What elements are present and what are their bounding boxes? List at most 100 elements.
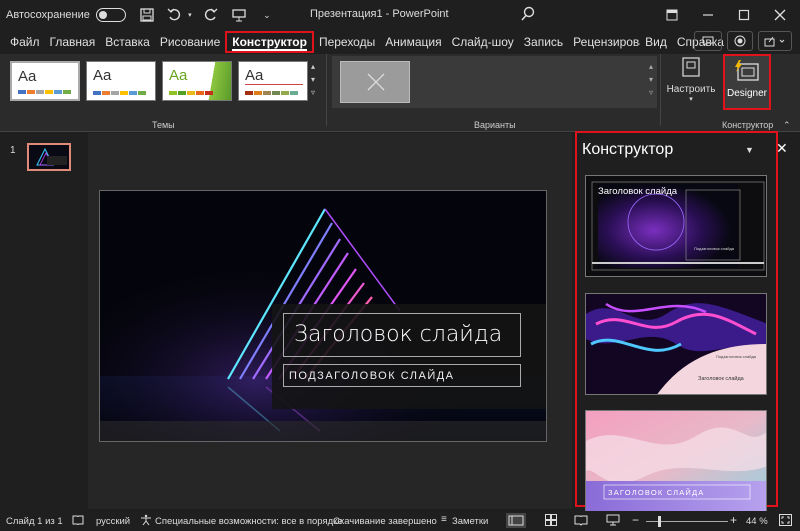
- ribbon-display-icon[interactable]: [654, 0, 690, 30]
- designer-pane: Конструктор ▼ Заголовок слайда Подзаголо…: [575, 131, 778, 512]
- tab-view[interactable]: Вид: [640, 31, 672, 53]
- download-status: Скачивание завершено: [333, 516, 437, 527]
- autosave-toggle[interactable]: Автосохранение: [6, 8, 126, 22]
- notes-icon[interactable]: ≡: [441, 514, 447, 525]
- reading-view-icon[interactable]: [574, 514, 588, 529]
- themes-group-label: Темы: [152, 120, 175, 130]
- variant-placeholder[interactable]: [340, 61, 410, 103]
- tab-design[interactable]: Конструктор: [225, 31, 314, 53]
- save-icon[interactable]: [136, 4, 158, 26]
- comments-button[interactable]: [694, 31, 722, 51]
- normal-view-icon[interactable]: [506, 513, 526, 531]
- tab-design-label: Конструктор: [232, 35, 307, 51]
- theme-office-2[interactable]: Aa: [86, 61, 156, 101]
- minimize-icon[interactable]: [690, 0, 726, 30]
- toggle-switch[interactable]: [95, 8, 126, 22]
- zoom-level[interactable]: 44 %: [746, 516, 768, 527]
- share-button[interactable]: [758, 31, 792, 51]
- theme-color-bars: [93, 91, 146, 95]
- design-idea-2-title: Заголовок слайда: [698, 376, 744, 382]
- zoom-slider[interactable]: [646, 516, 728, 527]
- notes-button[interactable]: Заметки: [452, 516, 488, 527]
- design-idea-2-subtitle: Подзаголовок слайда: [716, 354, 757, 359]
- theme-preview-label: Aa: [245, 67, 264, 84]
- pane-options-icon[interactable]: ▼: [745, 145, 754, 155]
- ribbon: Aa Aa Aa Aa ▴ ▾ ▿ ▴ ▾ ▿ Темы Варианты Конс…: [0, 54, 800, 132]
- designer-pane-title: Конструктор: [582, 141, 674, 158]
- collapse-ribbon-icon[interactable]: ⌃: [783, 120, 791, 131]
- theme-ion[interactable]: Aa: [238, 61, 308, 101]
- designer-button[interactable]: Designer: [723, 54, 771, 110]
- ribbon-tabs: Файл Главная Вставка Рисование Конструкт…: [0, 30, 800, 54]
- redo-icon[interactable]: [200, 4, 222, 26]
- designer-group-label: Конструктор: [722, 120, 774, 130]
- zoom-in-icon[interactable]: +: [730, 513, 737, 527]
- design-idea-1-subtitle: Подзаголовок слайда: [694, 246, 735, 251]
- more-icon[interactable]: ▿: [311, 86, 321, 99]
- tab-animations[interactable]: Анимация: [380, 31, 446, 53]
- design-idea-2[interactable]: Подзаголовок слайда Заголовок слайда: [585, 293, 767, 395]
- slide-thumbnails-pane: [0, 133, 88, 509]
- search-icon[interactable]: [520, 6, 536, 25]
- design-idea-1[interactable]: Заголовок слайда Подзаголовок слайда: [585, 175, 767, 277]
- group-divider: [660, 54, 661, 126]
- accessibility-status[interactable]: Специальные возможности: все в порядке: [155, 516, 343, 527]
- theme-office[interactable]: Aa: [10, 61, 80, 101]
- language-status[interactable]: русский: [96, 516, 130, 527]
- slide-sorter-icon[interactable]: [545, 514, 557, 529]
- theme-color-bars: [169, 91, 213, 95]
- scroll-down-icon[interactable]: ▾: [311, 73, 321, 86]
- tab-transitions[interactable]: Переходы: [314, 31, 380, 53]
- close-pane-icon[interactable]: ✕: [776, 140, 788, 157]
- undo-icon[interactable]: [164, 4, 186, 26]
- spellcheck-icon[interactable]: [72, 514, 84, 529]
- group-divider: [326, 54, 327, 126]
- zoom-out-icon[interactable]: −: [632, 513, 639, 527]
- fit-to-window-icon[interactable]: [779, 514, 792, 529]
- slide-thumbnail[interactable]: [27, 143, 71, 171]
- variants-scroll-icon[interactable]: ▴ ▾ ▿: [649, 60, 653, 99]
- theme-color-bars: [245, 91, 298, 95]
- theme-preview-label: Aa: [169, 67, 188, 84]
- window-title: Презентация1 - PowerPoint: [310, 8, 449, 20]
- maximize-icon[interactable]: [726, 0, 762, 30]
- slide[interactable]: Заголовок слайда ПОДЗАГОЛОВОК СЛАЙДА: [99, 190, 547, 442]
- designer-button-label: Designer: [726, 88, 768, 99]
- tab-insert[interactable]: Вставка: [100, 31, 155, 53]
- status-bar: Слайд 1 из 1 русский Специальные возможн…: [0, 511, 800, 531]
- customize-toolbar-icon[interactable]: ⌄: [256, 4, 278, 26]
- tab-file[interactable]: Файл: [5, 31, 45, 53]
- tab-review[interactable]: Рецензирова: [568, 31, 640, 53]
- customize-label: Настроить: [666, 84, 716, 95]
- variants-group-label: Варианты: [474, 120, 516, 130]
- scroll-up-icon[interactable]: ▴: [311, 60, 321, 73]
- slide-subtitle[interactable]: ПОДЗАГОЛОВОК СЛАЙДА: [283, 364, 521, 387]
- close-icon[interactable]: [762, 0, 798, 30]
- slide-number: 1: [10, 145, 16, 156]
- design-idea-3[interactable]: ЗАГОЛОВОК СЛАЙДА: [585, 410, 767, 512]
- slide-title[interactable]: Заголовок слайда: [283, 313, 521, 357]
- theme-preview-label: Aa: [18, 68, 37, 85]
- theme-facet[interactable]: Aa: [162, 61, 232, 101]
- slide-size-icon: [682, 57, 700, 77]
- undo-dropdown-icon[interactable]: ▾: [186, 4, 194, 26]
- tab-slideshow[interactable]: Слайд-шоу: [447, 31, 519, 53]
- design-idea-1-title: Заголовок слайда: [598, 186, 678, 197]
- themes-scroll[interactable]: ▴ ▾ ▿: [311, 60, 321, 99]
- theme-color-bars: [18, 90, 71, 94]
- theme-preview-label: Aa: [93, 67, 112, 84]
- customize-button[interactable]: Настроить ▾: [662, 56, 720, 104]
- present-icon[interactable]: [228, 4, 250, 26]
- zoom-slider-thumb[interactable]: [658, 516, 661, 527]
- variants-gallery: ▴ ▾ ▿: [332, 56, 657, 108]
- accessibility-icon[interactable]: [140, 514, 152, 529]
- tab-home[interactable]: Главная: [45, 31, 101, 53]
- record-button[interactable]: [727, 31, 753, 51]
- tab-draw[interactable]: Рисование: [155, 31, 225, 53]
- slideshow-icon[interactable]: [606, 514, 620, 529]
- theme-line: [245, 84, 303, 85]
- autosave-label: Автосохранение: [6, 9, 90, 21]
- slide-counter[interactable]: Слайд 1 из 1: [6, 516, 63, 527]
- customize-dropdown-icon: ▾: [689, 96, 693, 103]
- tab-record[interactable]: Запись: [519, 31, 568, 53]
